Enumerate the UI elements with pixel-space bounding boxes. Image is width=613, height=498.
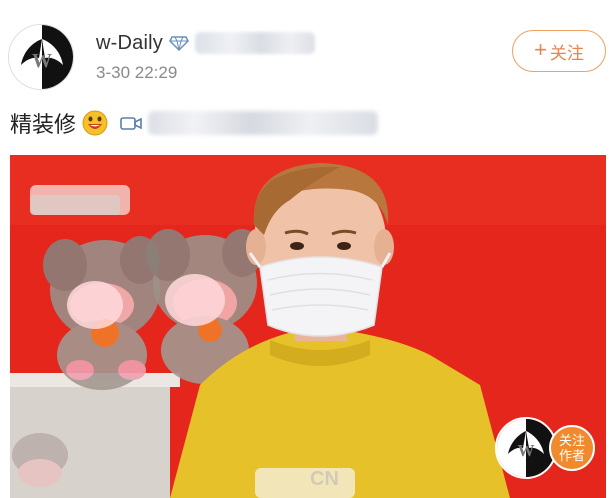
- video-icon[interactable]: [120, 114, 142, 132]
- blurred-link-text[interactable]: [148, 111, 379, 135]
- author-name-row: w-Daily: [96, 30, 315, 56]
- video-thumbnail[interactable]: CN W 关注作者: [10, 155, 606, 498]
- diamond-icon: [169, 35, 189, 52]
- follow-button[interactable]: + 关注: [512, 30, 606, 72]
- post-text: 精装修: [10, 112, 77, 137]
- author-name[interactable]: w-Daily: [96, 32, 163, 55]
- follow-label: 关注: [549, 43, 584, 63]
- svg-text:W: W: [518, 441, 535, 460]
- w-daily-logo-icon: W: [9, 25, 73, 89]
- plus-icon: +: [534, 37, 547, 62]
- watermark-logo-icon: W: [495, 417, 557, 479]
- svg-text:W: W: [32, 50, 52, 72]
- watermark-follow-button[interactable]: 关注 作者: [549, 425, 595, 471]
- blurred-verification: [194, 32, 315, 54]
- post-header: W w-Daily 3-30 22:29 + 关注: [0, 0, 613, 100]
- post-text-row: 精装修: [10, 108, 379, 138]
- watermark: W 关注 作者: [495, 417, 595, 479]
- grinning-face-emoji-icon: [82, 110, 108, 136]
- post-timestamp: 3-30 22:29: [96, 63, 178, 82]
- author-avatar[interactable]: W: [8, 24, 74, 90]
